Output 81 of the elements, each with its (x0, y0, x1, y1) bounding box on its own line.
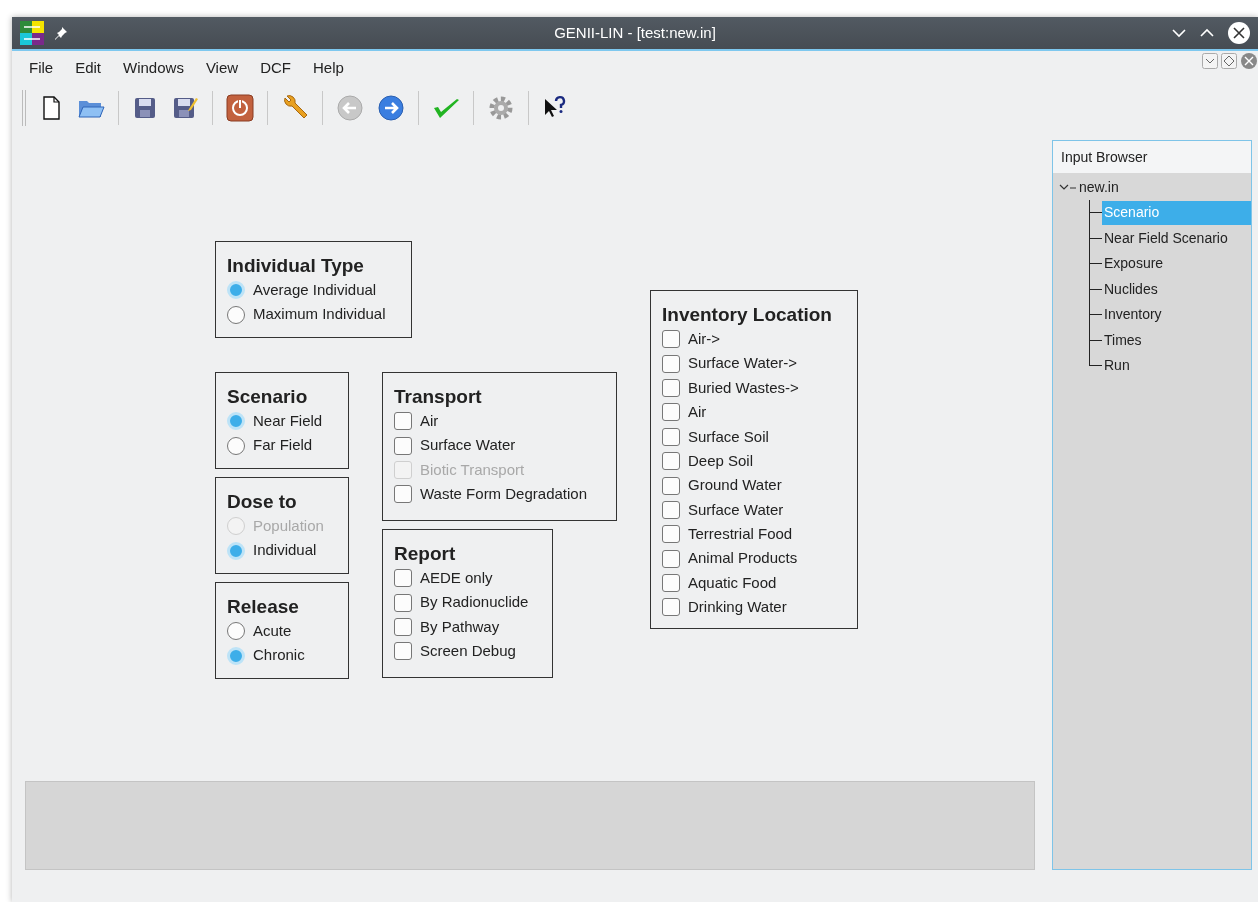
option-label: Chronic (253, 645, 305, 666)
option-label: Terrestrial Food (688, 524, 793, 545)
group-title: Transport (394, 385, 483, 409)
checkbox[interactable] (662, 549, 680, 568)
checkbox[interactable] (394, 412, 412, 431)
option-label: Buried Wastes-> (688, 377, 799, 398)
checkbox[interactable] (662, 427, 680, 446)
checkbox[interactable] (662, 330, 680, 349)
option-label: Animal Products (688, 548, 798, 569)
maximize-icon[interactable] (1200, 28, 1214, 38)
option-label: By Pathway (420, 616, 500, 637)
menu-item[interactable]: DCF (249, 56, 302, 80)
minimize-icon[interactable] (1172, 28, 1186, 38)
option-label: Aquatic Food (688, 572, 777, 593)
close-icon[interactable] (1228, 22, 1250, 44)
subwindow-minimize-icon[interactable] (1202, 53, 1218, 69)
option-label: Air-> (688, 328, 721, 349)
checkbox[interactable] (662, 378, 680, 397)
option-label: Ground Water (688, 475, 782, 496)
option-label: Surface Soil (688, 426, 769, 447)
panel-title: Input Browser (1053, 141, 1251, 173)
tree-item[interactable]: new.in (1078, 176, 1120, 198)
checkbox[interactable] (394, 642, 412, 661)
menu-item[interactable]: Edit (64, 56, 113, 80)
option-label: Screen Debug (420, 641, 516, 662)
app-icon (20, 21, 44, 45)
tree-item[interactable]: Nuclides (1102, 277, 1251, 302)
option-label: Maximum Individual (253, 304, 386, 325)
option-label: Surface Water (688, 499, 784, 520)
checkbox[interactable] (662, 574, 680, 593)
option-label: Far Field (253, 435, 313, 456)
tree-item[interactable]: Exposure (1102, 251, 1251, 276)
option-label: AEDE only (420, 567, 493, 588)
group-title: Dose to (227, 490, 298, 514)
checkbox[interactable] (662, 500, 680, 519)
option-label: Surface Water-> (688, 353, 798, 374)
option-label: Near Field (253, 410, 323, 431)
group-title: Release (227, 595, 300, 619)
tree-item[interactable]: Run (1102, 353, 1251, 378)
power-icon[interactable] (226, 93, 254, 122)
checkbox[interactable] (662, 403, 680, 422)
window-title: GENII-LIN - [test:new.in] (554, 22, 716, 43)
radio-button[interactable] (227, 622, 245, 641)
checkbox[interactable] (662, 476, 680, 495)
option-label: Individual (253, 540, 317, 561)
tree-item[interactable]: Near Field Scenario (1102, 226, 1251, 251)
checkbox[interactable] (662, 354, 680, 373)
tree-item[interactable]: Times (1102, 328, 1251, 353)
option-label: Average Individual (253, 279, 377, 300)
option-label: Drinking Water (688, 597, 787, 618)
group-title: Inventory Location (662, 303, 833, 327)
checkbox[interactable] (394, 617, 412, 636)
menu-item[interactable]: File (18, 56, 65, 80)
option-label: Surface Water (420, 435, 516, 456)
option-label: Air (420, 410, 439, 431)
checkbox[interactable] (662, 525, 680, 544)
option-label: Waste Form Degradation (420, 484, 587, 505)
checkbox[interactable] (662, 598, 680, 617)
subwindow-restore-icon[interactable] (1221, 53, 1237, 69)
pin-icon[interactable] (54, 26, 68, 40)
checkbox[interactable] (394, 436, 412, 455)
checkbox[interactable] (394, 569, 412, 588)
checkbox[interactable] (662, 452, 680, 471)
menu-item[interactable]: Windows (112, 56, 195, 80)
option-label: By Radionuclide (420, 592, 529, 613)
option-label: Deep Soil (688, 450, 754, 471)
radio-button[interactable] (227, 436, 245, 455)
group-title: Scenario (227, 385, 309, 409)
group-title: Report (394, 542, 457, 566)
option-label: Acute (253, 620, 292, 641)
menu-item[interactable]: View (194, 56, 250, 80)
option-label: Air (688, 402, 707, 423)
subwindow-close-icon[interactable] (1240, 53, 1258, 69)
radio-button[interactable] (227, 305, 245, 324)
checkbox[interactable] (394, 593, 412, 612)
option-label: Population (253, 515, 324, 536)
option-label: Biotic Transport (420, 459, 525, 480)
tree-item[interactable]: Inventory (1102, 302, 1251, 327)
group-title: Individual Type (227, 254, 365, 278)
menu-item[interactable]: Help (301, 56, 355, 80)
checkbox[interactable] (394, 485, 412, 504)
